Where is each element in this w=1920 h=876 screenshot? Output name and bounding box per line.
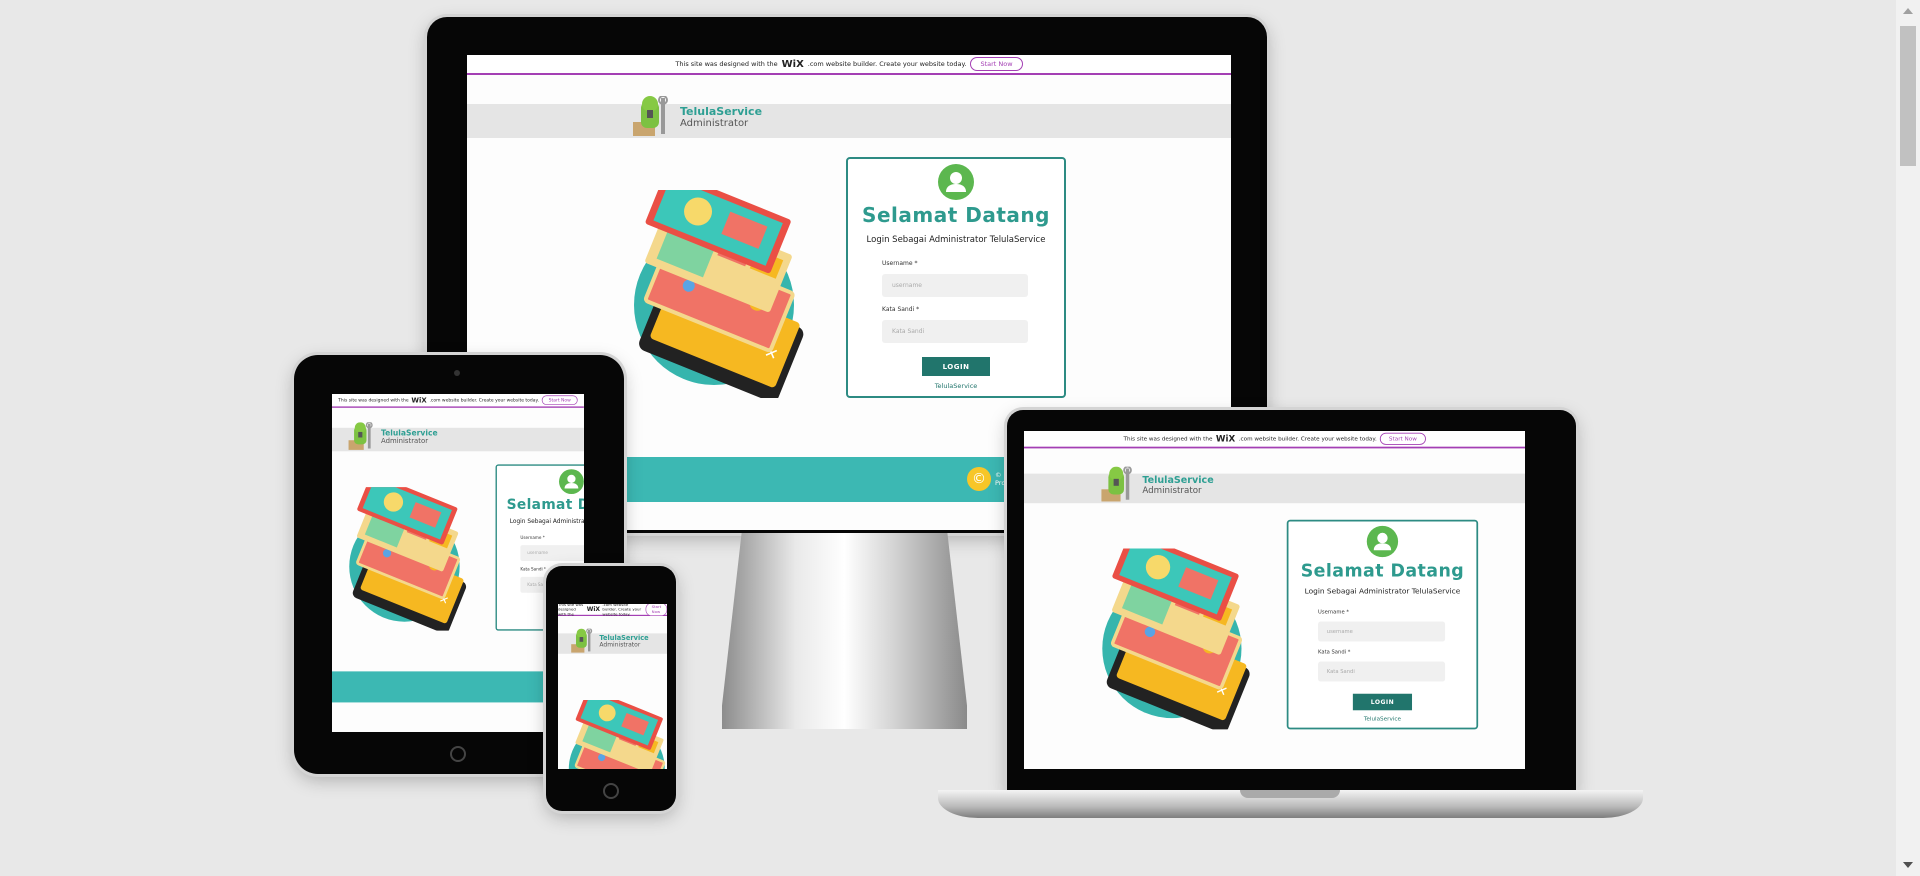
wix-banner: This site was designed with the WiX .com…: [332, 394, 584, 408]
welcome-title: Selamat Datang: [1300, 559, 1465, 581]
site-header: TelulaService Administrator: [558, 628, 667, 654]
android-mechanic-icon: [633, 96, 668, 136]
site-header: TelulaService Administrator: [1024, 466, 1525, 504]
user-avatar-icon: [938, 164, 974, 200]
page-scrollbar[interactable]: [1896, 0, 1920, 876]
username-input[interactable]: username: [1318, 621, 1446, 642]
wix-banner-text: This site was designed with the: [558, 604, 584, 617]
wix-banner-text-after: .com website builder. Create your websit…: [1238, 435, 1377, 443]
scrollbar-thumb[interactable]: [1900, 26, 1916, 166]
site-logo[interactable]: TelulaService Administrator: [1100, 466, 1214, 504]
brand-role: Administrator: [1142, 485, 1202, 496]
phone-screen: This site was designed with the WiX .com…: [558, 604, 667, 769]
login-subtitle: Login Sebagai Administrator TelulaServic…: [509, 518, 584, 526]
wix-banner: This site was designed with the WiX .com…: [558, 604, 667, 617]
scroll-up-icon[interactable]: [1903, 8, 1913, 14]
site-header: TelulaService Administrator: [332, 422, 584, 452]
welcome-title: Selamat Datang: [506, 496, 584, 513]
phone-illustration: ✕: [634, 190, 804, 398]
user-avatar-icon: [1366, 525, 1399, 558]
wix-logo: WiX: [411, 396, 427, 405]
wix-banner-text-after: .com website builder. Create your websit…: [429, 397, 539, 403]
phone-illustration: ✕: [568, 700, 667, 769]
password-label: Kata Sandi *: [1318, 649, 1351, 656]
site-logo[interactable]: TelulaService Administrator: [631, 96, 762, 138]
website-view: This site was designed with the WiX .com…: [558, 604, 667, 769]
login-card: Selamat Datang Login Sebagai Administrat…: [1286, 519, 1479, 730]
password-input[interactable]: Kata Sandi: [882, 320, 1028, 343]
wix-banner: This site was designed with the WiX .com…: [467, 55, 1231, 75]
wix-logo: WiX: [781, 58, 804, 70]
wix-banner-text: This site was designed with the: [675, 60, 778, 68]
telulaservice-link[interactable]: TelulaService: [848, 382, 1064, 390]
tablet-camera-icon: [454, 370, 460, 376]
wix-logo: WiX: [586, 606, 601, 613]
wix-banner-text-after: .com website builder. Create your websit…: [602, 604, 642, 617]
website-view: This site was designed with the WiX .com…: [1024, 431, 1525, 769]
wix-banner-text-after: .com website builder. Create your websit…: [807, 60, 967, 68]
laptop-screen: This site was designed with the WiX .com…: [1024, 431, 1525, 769]
username-label: Username *: [882, 260, 918, 267]
tablet-home-button: [450, 746, 466, 762]
start-now-button[interactable]: Start Now: [1380, 432, 1426, 445]
scroll-down-icon[interactable]: [1903, 862, 1913, 868]
wix-logo: WiX: [1215, 434, 1236, 444]
brand-name: TelulaService: [380, 428, 438, 438]
username-input[interactable]: username: [520, 545, 584, 561]
user-avatar-icon: [559, 469, 584, 495]
brand-role: Administrator: [680, 118, 749, 129]
start-now-button[interactable]: Start Now: [541, 395, 578, 406]
phone-illustration: ✕: [349, 487, 467, 631]
laptop-notch: [1240, 790, 1340, 798]
login-subtitle: Login Sebagai Administrator TelulaServic…: [866, 235, 1046, 245]
login-subtitle: Login Sebagai Administrator TelulaServic…: [1304, 587, 1461, 597]
android-mechanic-icon: [571, 628, 593, 653]
brand-name: TelulaService: [599, 634, 649, 642]
brand-role: Administrator: [380, 437, 429, 446]
login-card: Selamat Datang Login Sebagai Administrat…: [846, 157, 1066, 398]
login-button[interactable]: LOGIN: [922, 357, 990, 376]
wix-banner-text: This site was designed with the: [1123, 435, 1213, 443]
password-input[interactable]: Kata Sandi: [1318, 661, 1446, 682]
site-logo[interactable]: TelulaService Administrator: [347, 422, 438, 451]
site-logo[interactable]: TelulaService Administrator: [570, 628, 649, 654]
brand-name: TelulaService: [680, 105, 763, 118]
password-label: Kata Sandi *: [882, 306, 920, 313]
monitor-stand: [722, 533, 967, 729]
username-label: Username *: [1318, 609, 1349, 616]
wix-banner-text: This site was designed with the: [338, 397, 409, 403]
login-button[interactable]: LOGIN: [1352, 693, 1413, 711]
username-input[interactable]: username: [882, 274, 1028, 297]
copyright-icon: ©: [967, 467, 991, 491]
site-header: TelulaService Administrator: [467, 96, 1231, 138]
phone-home-button: [603, 783, 619, 799]
android-mechanic-icon: [1101, 466, 1132, 502]
phone-illustration: ✕: [1102, 548, 1250, 730]
username-label: Username *: [520, 535, 545, 541]
wix-banner: This site was designed with the WiX .com…: [1024, 431, 1525, 449]
brand-name: TelulaService: [1142, 474, 1214, 486]
telulaservice-link[interactable]: TelulaService: [1288, 715, 1476, 722]
brand-role: Administrator: [599, 641, 641, 649]
start-now-button[interactable]: Start Now: [645, 604, 667, 616]
android-mechanic-icon: [348, 422, 373, 450]
start-now-button[interactable]: Start Now: [970, 57, 1023, 71]
welcome-title: Selamat Datang: [862, 203, 1050, 227]
